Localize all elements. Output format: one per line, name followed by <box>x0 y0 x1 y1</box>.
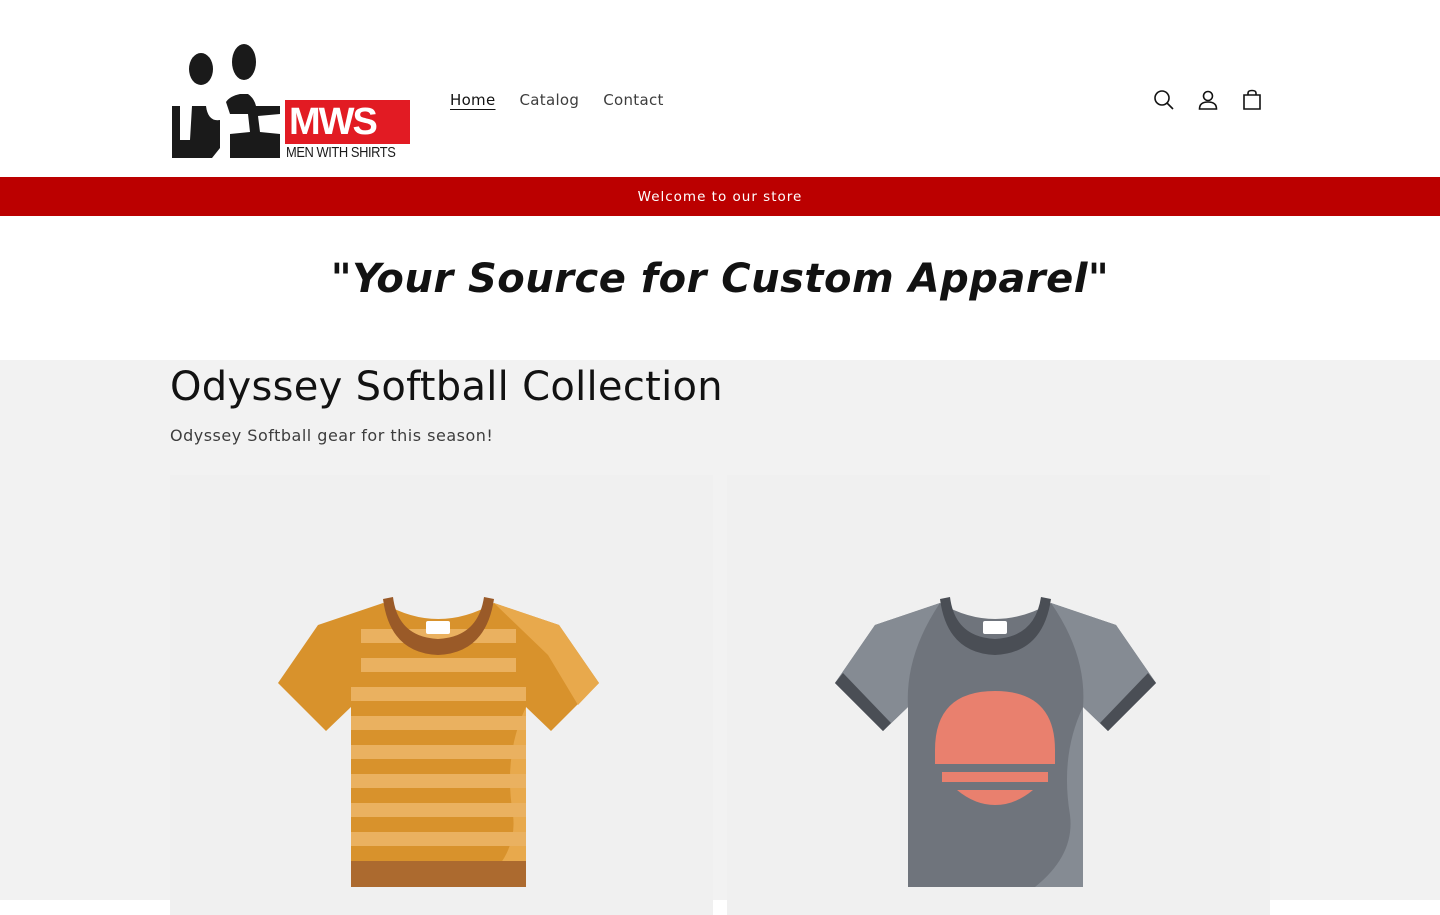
announcement-bar: Welcome to our store <box>0 177 1440 216</box>
site-header: MWS MEN WITH SHIRTS Home Catalog Contact <box>0 0 1440 177</box>
logo-mark: MWS <box>289 101 378 143</box>
collection-description: Odyssey Softball gear for this season! <box>170 426 494 445</box>
cart-icon[interactable] <box>1238 86 1266 114</box>
announcement-text: Welcome to our store <box>637 188 803 205</box>
tagline-heading: "Your Source for Custom Apparel" <box>330 256 1110 302</box>
store-logo[interactable]: MWS MEN WITH SHIRTS <box>170 40 412 162</box>
nav-catalog[interactable]: Catalog <box>520 88 580 112</box>
nav-home[interactable]: Home <box>450 88 496 112</box>
collection-title: Odyssey Softball Collection <box>170 364 723 410</box>
product-card[interactable] <box>170 475 713 915</box>
logo-subtext: MEN WITH SHIRTS <box>286 144 396 161</box>
gray-tshirt-image <box>835 597 1156 887</box>
collection-section: Odyssey Softball Collection Odyssey Soft… <box>0 360 1440 915</box>
account-icon[interactable] <box>1194 86 1222 114</box>
search-icon[interactable] <box>1150 86 1178 114</box>
main-nav: Home Catalog Contact <box>450 88 688 112</box>
header-icons <box>1150 86 1282 114</box>
tagline-section: "Your Source for Custom Apparel" <box>0 216 1440 360</box>
orange-tshirt-image <box>278 597 599 887</box>
product-card[interactable] <box>727 475 1270 915</box>
nav-contact[interactable]: Contact <box>603 88 663 112</box>
